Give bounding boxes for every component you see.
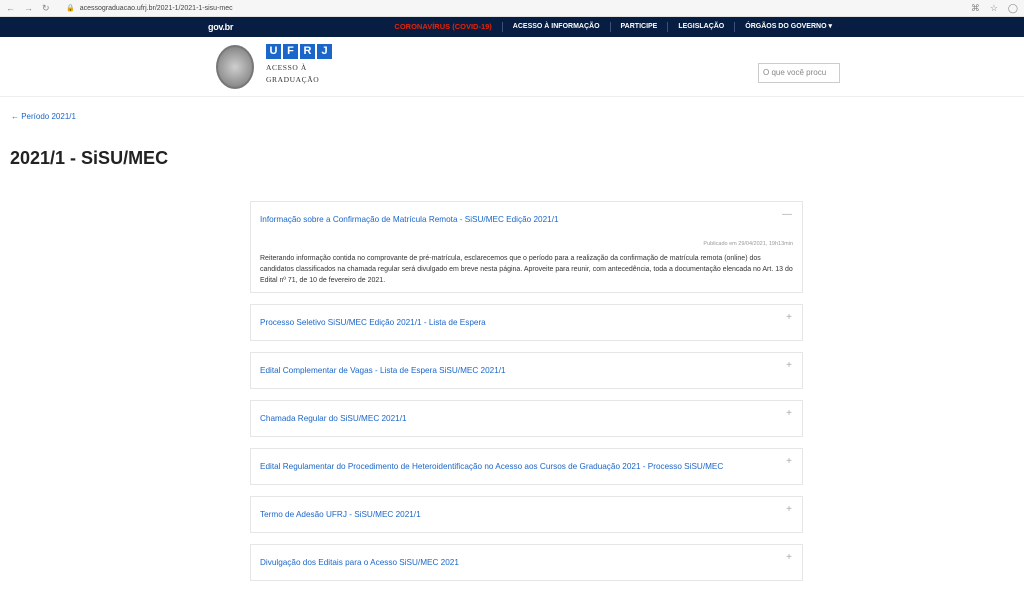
lock-icon: 🔒 (66, 5, 75, 12)
address-bar[interactable]: acessograduacao.ufrj.br/2021-1/2021-1-si… (80, 5, 971, 12)
accordion-item[interactable]: Divulgação dos Editais para o Acesso SiS… (250, 544, 803, 581)
accordion-title[interactable]: Divulgação dos Editais para o Acesso SiS… (251, 545, 802, 580)
gov-link-coronavirus[interactable]: CORONAVÍRUS (COVID-19) (384, 22, 501, 32)
browser-toolbar: ← → ↻ 🔒 acessograduacao.ufrj.br/2021-1/2… (0, 0, 1024, 17)
expand-icon[interactable]: + (786, 456, 792, 467)
expand-icon[interactable]: + (786, 360, 792, 371)
site-subtitle: ACESSO À GRADUAÇÃO (266, 62, 319, 86)
page-title: 2021/1 - SiSU/MEC (10, 148, 169, 168)
accordion-item[interactable]: Edital Complementar de Vagas - Lista de … (250, 352, 803, 389)
search-box (758, 62, 840, 83)
gov-link-legislacao[interactable]: LEGISLAÇÃO (667, 22, 734, 32)
subtitle-line2: GRADUAÇÃO (266, 75, 320, 84)
accordion-title[interactable]: Informação sobre a Confirmação de Matríc… (251, 202, 802, 237)
govbr-logo[interactable]: gov.br (208, 22, 233, 32)
accordion-list: Informação sobre a Confirmação de Matríc… (250, 201, 803, 592)
ufrj-letter: U (266, 44, 281, 59)
accordion-title[interactable]: Processo Seletivo SiSU/MEC Edição 2021/1… (251, 305, 802, 340)
accordion-title[interactable]: Edital Complementar de Vagas - Lista de … (251, 353, 802, 388)
accordion-title[interactable]: Termo de Adesão UFRJ - SiSU/MEC 2021/1 (251, 497, 802, 532)
translate-icon[interactable]: ⌘ (971, 3, 980, 14)
ufrj-seal-logo[interactable] (216, 45, 254, 89)
collapse-icon[interactable]: — (782, 209, 792, 220)
reload-icon[interactable]: ↻ (42, 3, 50, 14)
subtitle-line1: ACESSO À (266, 63, 307, 72)
ufrj-letter: R (300, 44, 315, 59)
site-header: U F R J ACESSO À GRADUAÇÃO (0, 37, 1024, 97)
expand-icon[interactable]: + (786, 552, 792, 563)
profile-icon[interactable]: ◯ (1008, 3, 1018, 14)
accordion-item[interactable]: Termo de Adesão UFRJ - SiSU/MEC 2021/1 + (250, 496, 803, 533)
ufrj-logo[interactable]: U F R J (266, 44, 332, 59)
browser-nav: ← → ↻ (6, 3, 66, 14)
expand-icon[interactable]: + (786, 408, 792, 419)
gov-link-participe[interactable]: PARTICIPE (609, 22, 668, 32)
accordion-title[interactable]: Chamada Regular do SiSU/MEC 2021/1 (251, 401, 802, 436)
accordion-item[interactable]: Chamada Regular do SiSU/MEC 2021/1 + (250, 400, 803, 437)
star-icon[interactable]: ☆ (990, 3, 998, 14)
accordion-title[interactable]: Edital Regulamentar do Procedimento de H… (251, 449, 802, 484)
gov-link-acesso-informacao[interactable]: ACESSO À INFORMAÇÃO (501, 22, 610, 32)
ufrj-letter: J (317, 44, 332, 59)
gov-link-orgaos[interactable]: ÓRGÃOS DO GOVERNO ▾ (734, 22, 842, 32)
accordion-item[interactable]: Processo Seletivo SiSU/MEC Edição 2021/1… (250, 304, 803, 341)
ufrj-letter: F (283, 44, 298, 59)
accordion-body: Reiterando informação contida no comprov… (260, 255, 793, 284)
accordion-item: Informação sobre a Confirmação de Matríc… (250, 201, 803, 293)
forward-arrow-icon[interactable]: → (24, 3, 33, 14)
gov-links: CORONAVÍRUS (COVID-19) ACESSO À INFORMAÇ… (384, 17, 842, 37)
expand-icon[interactable]: + (786, 504, 792, 515)
accordion-item[interactable]: Edital Regulamentar do Procedimento de H… (250, 448, 803, 485)
expand-icon[interactable]: + (786, 312, 792, 323)
back-arrow-icon[interactable]: ← (6, 3, 15, 14)
browser-tools: ⌘ ☆ ◯ (971, 3, 1018, 14)
breadcrumb-back-link[interactable]: ← Período 2021/1 (11, 112, 76, 121)
search-input[interactable] (758, 62, 840, 83)
gov-bar: gov.br CORONAVÍRUS (COVID-19) ACESSO À I… (0, 17, 1024, 37)
